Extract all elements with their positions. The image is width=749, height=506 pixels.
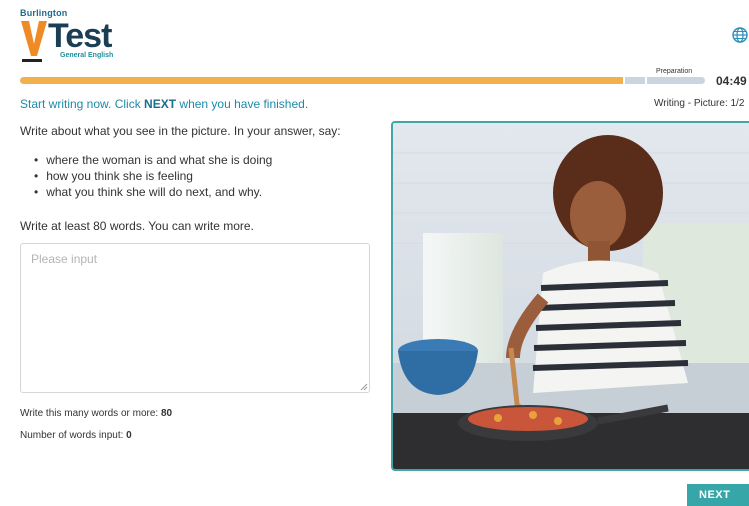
logo-underline (22, 59, 42, 62)
countdown-timer: 04:49 (716, 74, 747, 88)
min-words-value: 80 (160, 408, 173, 419)
brand-logo: Burlington Test General English (20, 8, 130, 64)
logo-brand-sub: General English (60, 52, 114, 59)
instruction-line: Start writing now. Click NEXT when you h… (20, 97, 308, 111)
task-bullet: where the woman is and what she is doing (34, 152, 272, 168)
resize-grip-icon[interactable] (360, 383, 368, 391)
answer-input[interactable] (20, 243, 370, 393)
kitchen-scene-image (393, 123, 749, 469)
min-words-label: Write this many words or more: (20, 408, 161, 419)
instruction-text: Start writing now. Click (20, 97, 145, 111)
task-picture (391, 121, 749, 471)
stage-label: Preparation (656, 68, 693, 75)
next-button[interactable]: NEXT (687, 484, 749, 506)
task-bullet: what you think she will do next, and why… (34, 184, 272, 200)
word-count-label: Number of words input: (20, 430, 127, 441)
progress-fill (20, 77, 623, 84)
logo-v-mark (21, 21, 47, 56)
min-words-stat: Write this many words or more: 80 (20, 408, 172, 419)
section-indicator: Writing - Picture: 1/2 (654, 98, 745, 109)
instruction-text-end: when you have finished. (176, 97, 309, 111)
logo-brand-main: Test (48, 17, 112, 55)
progress-divider (623, 77, 625, 84)
task-bullet: how you think she is feeling (34, 168, 272, 184)
instruction-emphasis: NEXT (144, 97, 177, 111)
word-count-stat: Number of words input: 0 (20, 430, 132, 441)
progress-bar (20, 77, 705, 84)
task-prompt: Write about what you see in the picture.… (20, 124, 341, 138)
min-words-instruction: Write at least 80 words. You can write m… (20, 219, 254, 233)
word-count-value: 0 (126, 430, 132, 441)
task-bullets: where the woman is and what she is doing… (34, 152, 272, 200)
globe-icon[interactable] (731, 26, 749, 44)
progress-divider (645, 77, 647, 84)
